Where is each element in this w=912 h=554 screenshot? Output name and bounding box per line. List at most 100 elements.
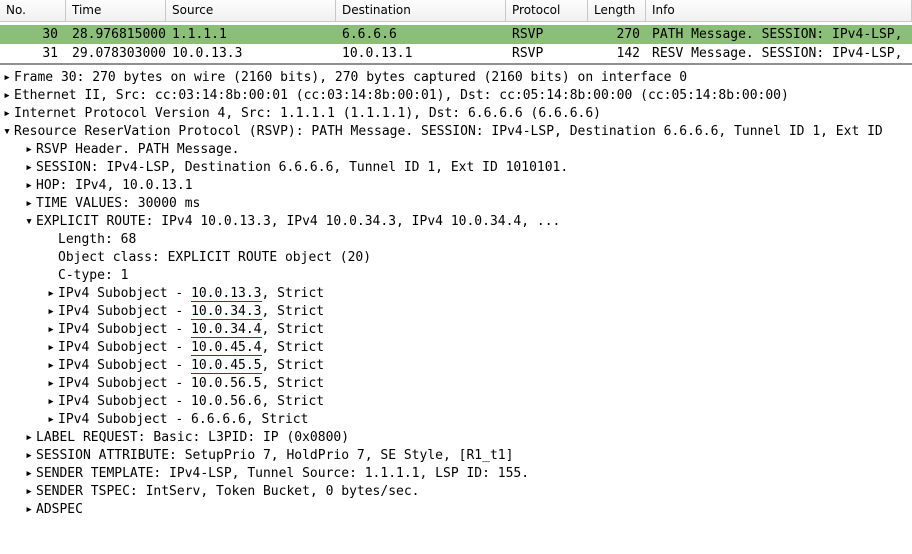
packet-destination: 10.0.13.1 [336, 45, 506, 62]
packet-destination: 6.6.6.6 [336, 26, 506, 43]
highlight-ip: 10.0.34.3 [191, 304, 261, 320]
tree-subobject[interactable]: ▸ IPv4 Subobject - 10.0.56.6, Strict [0, 393, 912, 411]
tree-ero-ctype[interactable]: C-type: 1 [0, 267, 912, 285]
tree-label: Length: 68 [58, 231, 136, 249]
tree-subobject[interactable]: ▸ IPv4 Subobject - 6.6.6.6, Strict [0, 411, 912, 429]
packet-list-header: No. Time Source Destination Protocol Len… [0, 0, 912, 22]
highlight-ip: 10.0.13.3 [191, 286, 261, 302]
tree-label: SENDER TEMPLATE: IPv4-LSP, Tunnel Source… [36, 465, 529, 483]
tree-label: IPv4 Subobject - 10.0.13.3, Strict [58, 285, 324, 303]
expand-icon[interactable]: ▸ [44, 411, 58, 429]
tree-time-values[interactable]: ▸ TIME VALUES: 30000 ms [0, 195, 912, 213]
tree-label: SESSION: IPv4-LSP, Destination 6.6.6.6, … [36, 159, 568, 177]
tree-label: Resource ReserVation Protocol (RSVP): PA… [14, 123, 883, 141]
highlight-ip: 10.0.45.5 [191, 358, 261, 374]
packet-info: PATH Message. SESSION: IPv4-LSP, [646, 26, 912, 43]
tree-label: ADSPEC [36, 501, 83, 519]
packet-source: 1.1.1.1 [166, 26, 336, 43]
tree-label: Ethernet II, Src: cc:03:14:8b:00:01 (cc:… [14, 87, 789, 105]
col-header-destination[interactable]: Destination [336, 0, 506, 21]
col-header-no[interactable]: No. [0, 0, 66, 21]
tree-label: IPv4 Subobject - 6.6.6.6, Strict [58, 411, 308, 429]
expand-icon[interactable]: ▸ [44, 303, 58, 321]
tree-label: Object class: EXPLICIT ROUTE object (20) [58, 249, 371, 267]
expand-icon[interactable]: ▸ [22, 195, 36, 213]
tree-label: Internet Protocol Version 4, Src: 1.1.1.… [14, 105, 601, 123]
tree-session[interactable]: ▸ SESSION: IPv4-LSP, Destination 6.6.6.6… [0, 159, 912, 177]
tree-sender-tspec[interactable]: ▸ SENDER TSPEC: IntServ, Token Bucket, 0… [0, 483, 912, 501]
packet-source: 10.0.13.3 [166, 45, 336, 62]
expand-icon[interactable]: ▸ [22, 177, 36, 195]
expand-icon[interactable]: ▸ [22, 501, 36, 519]
collapse-icon[interactable]: ▾ [22, 213, 36, 231]
expand-icon[interactable]: ▸ [0, 87, 14, 105]
tree-label: HOP: IPv4, 10.0.13.1 [36, 177, 193, 195]
tree-label: IPv4 Subobject - 10.0.56.6, Strict [58, 393, 324, 411]
expand-icon[interactable]: ▸ [22, 465, 36, 483]
highlight-ip: 10.0.45.4 [191, 340, 261, 356]
tree-adspec[interactable]: ▸ ADSPEC [0, 501, 912, 519]
packet-no: 30 [0, 26, 66, 43]
expand-icon[interactable]: ▸ [0, 69, 14, 87]
tree-subobject[interactable]: ▸ IPv4 Subobject - 10.0.56.5, Strict [0, 375, 912, 393]
tree-subobject[interactable]: ▸ IPv4 Subobject - 10.0.45.4, Strict [0, 339, 912, 357]
packet-time: 29.078303000 [66, 45, 166, 62]
tree-subobject[interactable]: ▸ IPv4 Subobject - 10.0.45.5, Strict [0, 357, 912, 375]
tree-hop[interactable]: ▸ HOP: IPv4, 10.0.13.1 [0, 177, 912, 195]
expand-icon[interactable]: ▸ [22, 483, 36, 501]
tree-session-attribute[interactable]: ▸ SESSION ATTRIBUTE: SetupPrio 7, HoldPr… [0, 447, 912, 465]
tree-rsvp[interactable]: ▾ Resource ReserVation Protocol (RSVP): … [0, 123, 912, 141]
col-header-source[interactable]: Source [166, 0, 336, 21]
tree-label: SESSION ATTRIBUTE: SetupPrio 7, HoldPrio… [36, 447, 513, 465]
highlight-ip: 10.0.34.4 [191, 322, 261, 338]
tree-label-request[interactable]: ▸ LABEL REQUEST: Basic: L3PID: IP (0x080… [0, 429, 912, 447]
tree-label: IPv4 Subobject - 10.0.56.5, Strict [58, 375, 324, 393]
col-header-time[interactable]: Time [66, 0, 166, 21]
expand-icon[interactable]: ▸ [44, 321, 58, 339]
tree-subobject[interactable]: ▸ IPv4 Subobject - 10.0.13.3, Strict [0, 285, 912, 303]
tree-label: RSVP Header. PATH Message. [36, 141, 240, 159]
expand-icon[interactable]: ▸ [22, 159, 36, 177]
tree-sender-template[interactable]: ▸ SENDER TEMPLATE: IPv4-LSP, Tunnel Sour… [0, 465, 912, 483]
tree-label: EXPLICIT ROUTE: IPv4 10.0.13.3, IPv4 10.… [36, 213, 560, 231]
expand-icon[interactable]: ▸ [44, 357, 58, 375]
tree-label: TIME VALUES: 30000 ms [36, 195, 200, 213]
tree-ethernet[interactable]: ▸ Ethernet II, Src: cc:03:14:8b:00:01 (c… [0, 87, 912, 105]
packet-protocol: RSVP [506, 26, 588, 43]
col-header-length[interactable]: Length [588, 0, 646, 21]
expand-icon[interactable]: ▸ [44, 393, 58, 411]
packet-length: 142 [588, 45, 646, 62]
tree-ip[interactable]: ▸ Internet Protocol Version 4, Src: 1.1.… [0, 105, 912, 123]
packet-length: 270 [588, 26, 646, 43]
expand-icon[interactable]: ▸ [22, 141, 36, 159]
expand-icon[interactable]: ▸ [0, 105, 14, 123]
tree-ero-class[interactable]: Object class: EXPLICIT ROUTE object (20) [0, 249, 912, 267]
tree-frame[interactable]: ▸ Frame 30: 270 bytes on wire (2160 bits… [0, 69, 912, 87]
packet-row[interactable]: 30 28.976815000 1.1.1.1 6.6.6.6 RSVP 270… [0, 25, 912, 44]
tree-label: IPv4 Subobject - 10.0.34.4, Strict [58, 321, 324, 339]
tree-label: IPv4 Subobject - 10.0.45.4, Strict [58, 339, 324, 357]
packet-details-pane: ▸ Frame 30: 270 bytes on wire (2160 bits… [0, 63, 912, 519]
tree-rsvp-header[interactable]: ▸ RSVP Header. PATH Message. [0, 141, 912, 159]
expand-icon[interactable]: ▸ [44, 375, 58, 393]
packet-info: RESV Message. SESSION: IPv4-LSP, [646, 45, 912, 62]
tree-explicit-route[interactable]: ▾ EXPLICIT ROUTE: IPv4 10.0.13.3, IPv4 1… [0, 213, 912, 231]
tree-subobject[interactable]: ▸ IPv4 Subobject - 10.0.34.4, Strict [0, 321, 912, 339]
expand-icon[interactable]: ▸ [22, 447, 36, 465]
collapse-icon[interactable]: ▾ [0, 123, 14, 141]
packet-protocol: RSVP [506, 45, 588, 62]
tree-subobject[interactable]: ▸ IPv4 Subobject - 10.0.34.3, Strict [0, 303, 912, 321]
expand-icon[interactable]: ▸ [44, 339, 58, 357]
tree-label: LABEL REQUEST: Basic: L3PID: IP (0x0800) [36, 429, 349, 447]
packet-no: 31 [0, 45, 66, 62]
col-header-info[interactable]: Info [646, 0, 912, 21]
expand-icon[interactable]: ▸ [44, 285, 58, 303]
tree-label: IPv4 Subobject - 10.0.34.3, Strict [58, 303, 324, 321]
packet-row[interactable]: 31 29.078303000 10.0.13.3 10.0.13.1 RSVP… [0, 44, 912, 63]
tree-label: C-type: 1 [58, 267, 128, 285]
col-header-protocol[interactable]: Protocol [506, 0, 588, 21]
tree-ero-length[interactable]: Length: 68 [0, 231, 912, 249]
tree-label: IPv4 Subobject - 10.0.45.5, Strict [58, 357, 324, 375]
tree-label: Frame 30: 270 bytes on wire (2160 bits),… [14, 69, 687, 87]
expand-icon[interactable]: ▸ [22, 429, 36, 447]
